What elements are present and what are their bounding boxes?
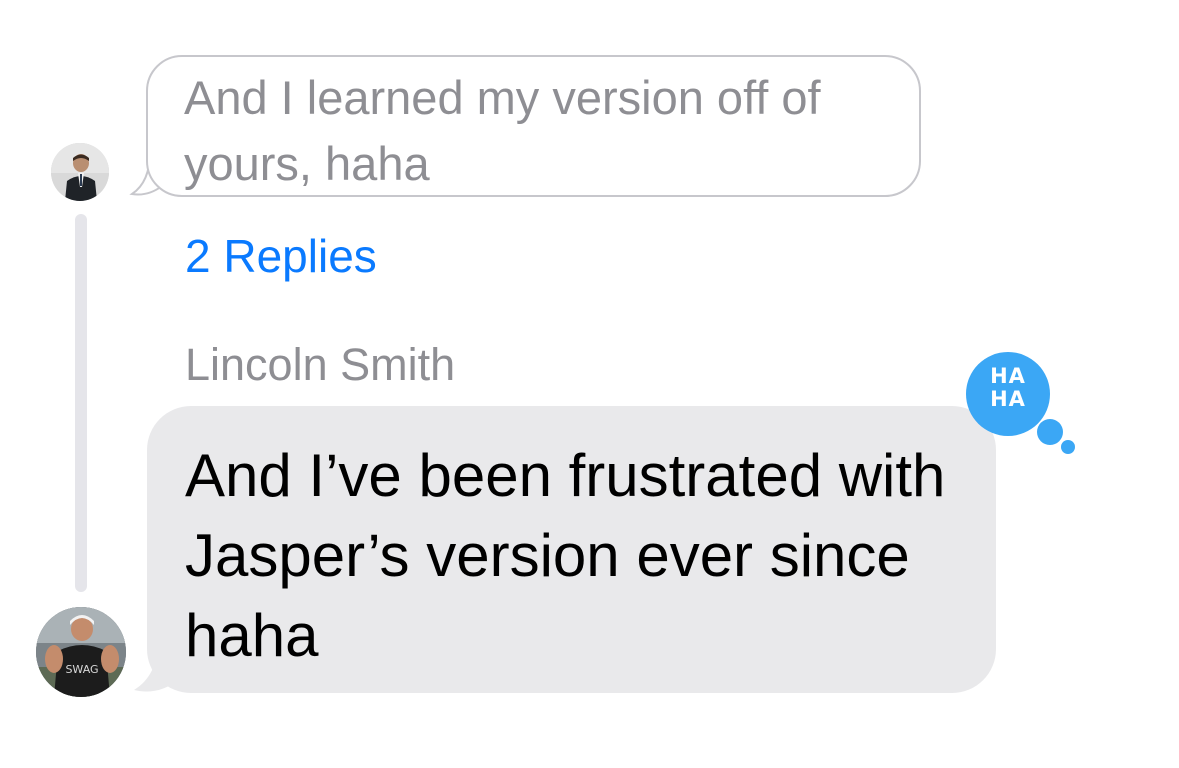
tapback-label: HA HA xyxy=(958,365,1058,411)
svg-text:SWAG: SWAG xyxy=(65,663,98,676)
thread-connector-line xyxy=(75,214,87,592)
replies-link[interactable]: 2 Replies xyxy=(185,226,377,286)
avatar-photo xyxy=(51,143,109,201)
avatar-photo: SWAG xyxy=(36,607,126,697)
quoted-message-bubble[interactable]: And I learned my version off of yours, h… xyxy=(146,55,921,197)
message-thread: And I learned my version off of yours, h… xyxy=(0,0,1179,768)
avatar[interactable]: SWAG xyxy=(36,607,126,697)
tapback-label-text: HA HA xyxy=(990,364,1026,411)
message-bubble[interactable]: And I’ve been frustrated with Jasper’s v… xyxy=(147,406,996,693)
avatar[interactable] xyxy=(51,143,109,201)
sender-name: Lincoln Smith xyxy=(185,339,456,390)
quoted-message-text: And I learned my version off of yours, h… xyxy=(184,71,821,190)
haha-reaction-icon[interactable]: HA HA xyxy=(958,352,1080,462)
message-text: And I’ve been frustrated with Jasper’s v… xyxy=(185,442,946,669)
